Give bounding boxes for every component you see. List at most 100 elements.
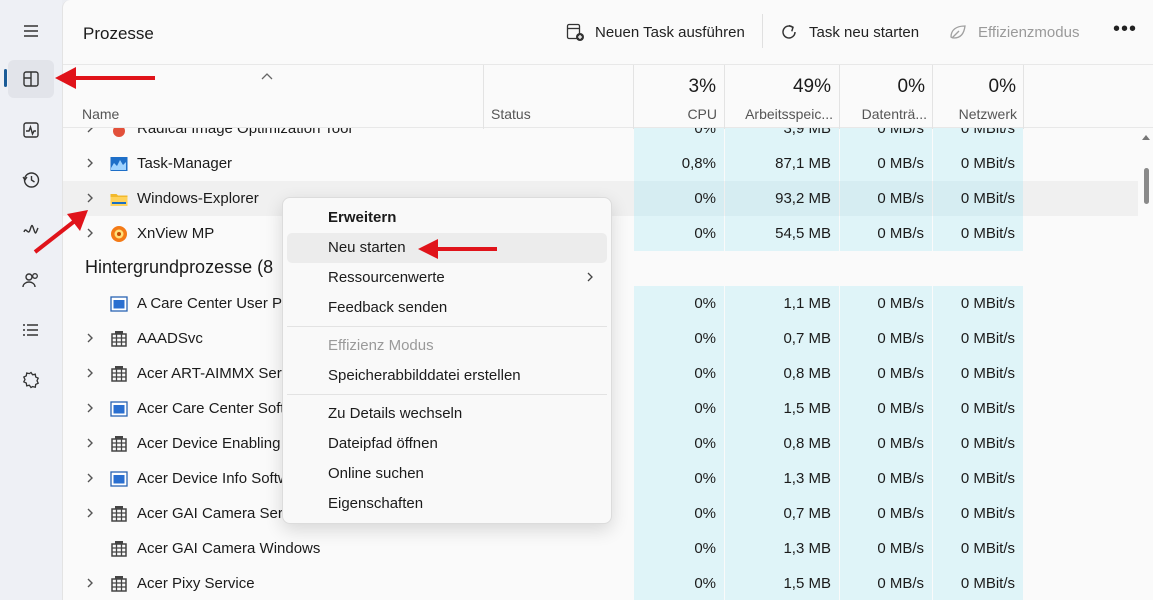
menu-item-feedback-senden[interactable]: Feedback senden (287, 293, 607, 323)
process-cpu-value: 0% (694, 330, 716, 347)
menu-item-ressourcenwerte[interactable]: Ressourcenwerte (287, 263, 607, 293)
process-name: Radical Image Optimization Tool (137, 128, 352, 137)
process-mem-value: 0,7 MB (783, 505, 831, 522)
menu-item-label: Dateipfad öffnen (328, 435, 438, 452)
process-net-value: 0 MBit/s (960, 128, 1015, 137)
chevron-right-icon[interactable] (85, 332, 95, 344)
context-menu: Erweitern Neu starten Ressourcenwerte Feedb… (282, 197, 612, 524)
column-divider[interactable] (633, 65, 634, 129)
scroll-thumb[interactable] (1144, 168, 1149, 204)
column-header: Name Status 3% CPU 49% Arbeitsspeic... 0… (63, 64, 1153, 129)
column-divider[interactable] (839, 65, 840, 129)
xnview-icon (109, 224, 129, 244)
processes-icon[interactable] (8, 60, 54, 98)
process-mem-value: 0,8 MB (783, 435, 831, 452)
vertical-scrollbar[interactable] (1138, 128, 1153, 600)
network-label: Netzwerk (958, 106, 1017, 122)
memory-label: Arbeitsspeic... (745, 106, 833, 122)
users-icon[interactable] (8, 261, 54, 299)
process-net-value: 0 MBit/s (960, 295, 1015, 312)
process-name: Acer Device Info Softw (137, 470, 289, 487)
toolbar-divider (762, 14, 763, 48)
column-status[interactable]: Status (491, 106, 531, 122)
menu-separator (287, 326, 607, 327)
memory-percent: 49% (792, 76, 831, 97)
process-name: Acer Device Enabling (137, 435, 281, 452)
process-cpu-value: 0% (694, 470, 716, 487)
process-row[interactable]: Radical Image Optimization Tool 0% 3,9 MB 0… (63, 128, 1138, 146)
sort-ascending-icon[interactable] (261, 71, 273, 81)
process-disk-value: 0 MB/s (877, 295, 924, 312)
menu-item-label: Effizienz Modus (328, 337, 434, 354)
performance-icon[interactable] (8, 111, 54, 149)
group-title: Hintergrundprozesse (8 (85, 257, 274, 277)
process-mem-value: 87,1 MB (775, 155, 831, 172)
app-history-icon[interactable] (8, 161, 54, 199)
chevron-right-icon[interactable] (85, 157, 95, 169)
process-cpu-value: 0% (694, 190, 716, 207)
menu-separator (287, 394, 607, 395)
process-net-value: 0 MBit/s (960, 505, 1015, 522)
efficiency-mode-button[interactable]: Effizienzmodus (948, 20, 1079, 44)
run-new-task-button[interactable]: Neuen Task ausführen (565, 20, 745, 44)
efficiency-mode-label: Effizienzmodus (978, 23, 1080, 41)
menu-item-label: Online suchen (328, 465, 424, 482)
process-disk-value: 0 MB/s (877, 470, 924, 487)
process-mem-value: 1,3 MB (783, 540, 831, 557)
menu-item-label: Ressourcenwerte (328, 269, 445, 286)
process-cpu-value: 0% (694, 435, 716, 452)
network-percent: 0% (988, 76, 1016, 97)
process-row[interactable]: Task-Manager 0,8% 87,1 MB 0 MB/s 0 MBit/s (63, 146, 1138, 181)
menu-item-label: Zu Details wechseln (328, 405, 463, 422)
process-cpu-value: 0% (694, 128, 716, 137)
process-mem-value: 0,8 MB (783, 365, 831, 382)
column-divider[interactable] (724, 65, 725, 129)
more-options-icon[interactable]: ••• (1113, 18, 1137, 41)
process-net-value: 0 MBit/s (960, 330, 1015, 347)
process-cpu-value: 0% (694, 295, 716, 312)
details-icon[interactable] (8, 311, 54, 349)
service-icon (109, 329, 129, 349)
restart-task-label: Task neu starten (809, 23, 920, 41)
process-row[interactable]: Acer GAI Camera Windows 0% 1,3 MB 0 MB/s 0 M… (63, 531, 1138, 566)
restart-task-button[interactable]: Task neu starten (779, 20, 919, 44)
chevron-right-icon[interactable] (85, 577, 95, 589)
process-name: XnView MP (137, 225, 215, 242)
chevron-right-icon[interactable] (85, 192, 95, 204)
column-divider[interactable] (483, 65, 484, 129)
process-disk-value: 0 MB/s (877, 155, 924, 172)
process-disk-value: 0 MB/s (877, 225, 924, 242)
process-row[interactable]: Acer Pixy Service 0% 1,5 MB 0 MB/s 0 MBit/s (63, 566, 1138, 600)
process-net-value: 0 MBit/s (960, 470, 1015, 487)
chevron-right-icon[interactable] (85, 128, 95, 134)
chevron-right-icon[interactable] (85, 507, 95, 519)
menu-item-speicherabbilddatei-erstellen[interactable]: Speicherabbilddatei erstellen (287, 361, 607, 391)
chevron-right-icon[interactable] (85, 367, 95, 379)
process-name: Windows-Explorer (137, 190, 259, 207)
menu-item-label: Feedback senden (328, 299, 448, 316)
column-name[interactable]: Name (82, 106, 119, 122)
menu-item-erweitern[interactable]: Erweitern (287, 203, 607, 233)
process-cpu-value: 0,8% (681, 155, 716, 172)
process-mem-value: 3,9 MB (783, 128, 831, 137)
menu-item-neu-starten[interactable]: Neu starten (287, 233, 607, 263)
service-icon (109, 504, 129, 524)
chevron-right-icon[interactable] (85, 402, 95, 414)
menu-item-zu-details-wechseln[interactable]: Zu Details wechseln (287, 399, 607, 429)
menu-item-dateipfad-öffnen[interactable]: Dateipfad öffnen (287, 429, 607, 459)
service-icon (109, 574, 129, 594)
app-window-icon (109, 294, 129, 314)
chevron-right-icon[interactable] (85, 437, 95, 449)
services-icon[interactable] (8, 361, 54, 399)
column-divider[interactable] (932, 65, 933, 129)
chevron-right-icon[interactable] (85, 472, 95, 484)
scroll-up-icon[interactable] (1142, 134, 1150, 140)
chevron-right-icon[interactable] (85, 227, 95, 239)
column-divider[interactable] (1023, 65, 1024, 129)
startup-apps-icon[interactable] (8, 211, 54, 249)
menu-icon[interactable] (8, 12, 54, 50)
service-icon (109, 434, 129, 454)
menu-item-online-suchen[interactable]: Online suchen (287, 459, 607, 489)
process-disk-value: 0 MB/s (877, 575, 924, 592)
menu-item-eigenschaften[interactable]: Eigenschaften (287, 489, 607, 519)
